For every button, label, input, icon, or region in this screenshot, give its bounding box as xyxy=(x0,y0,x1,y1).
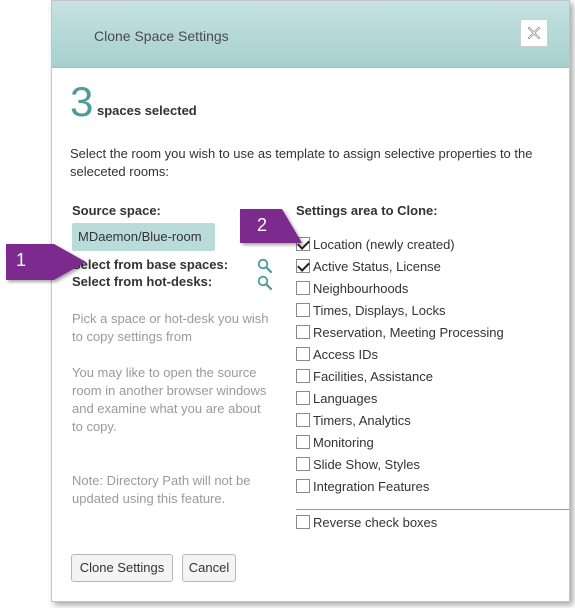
settings-option-label: Slide Show, Styles xyxy=(313,456,420,472)
help-open-source: You may like to open the source room in … xyxy=(72,365,267,434)
settings-checkbox[interactable] xyxy=(296,347,310,361)
settings-checkbox[interactable] xyxy=(296,325,310,339)
dialog-title: Clone Space Settings xyxy=(94,28,229,44)
settings-checkbox[interactable] xyxy=(296,281,310,295)
settings-option-label: Reservation, Meeting Processing xyxy=(313,324,504,340)
selected-count: 3 xyxy=(70,78,94,125)
settings-option[interactable]: Facilities, Assistance xyxy=(296,367,433,385)
reverse-checkbox[interactable] xyxy=(296,515,310,529)
source-space-label: Source space: xyxy=(72,203,161,218)
clone-space-settings-dialog: Clone Space Settings 3 spaces selected S… xyxy=(51,0,570,602)
settings-checkbox[interactable] xyxy=(296,479,310,493)
settings-option[interactable]: Location (newly created) xyxy=(296,235,455,253)
settings-checkbox[interactable] xyxy=(296,413,310,427)
settings-option[interactable]: Integration Features xyxy=(296,477,429,495)
settings-option-label: Times, Displays, Locks xyxy=(313,302,446,318)
settings-option-label: Integration Features xyxy=(313,478,430,494)
settings-option-label: Timers, Analytics xyxy=(313,412,411,428)
help-pick-space: Pick a space or hot-desk you wish to cop… xyxy=(72,311,269,344)
settings-checkbox[interactable] xyxy=(296,303,310,317)
settings-area-label: Settings area to Clone: xyxy=(296,203,438,218)
settings-checkbox[interactable] xyxy=(296,435,310,449)
settings-option-label: Neighbourhoods xyxy=(313,280,409,296)
settings-option-label: Active Status, License xyxy=(313,258,441,274)
settings-checkbox[interactable] xyxy=(296,369,310,383)
settings-option[interactable]: Slide Show, Styles xyxy=(296,455,420,473)
callout-two-number: 2 xyxy=(256,215,267,235)
cancel-button[interactable]: Cancel xyxy=(182,554,236,582)
source-space-value: MDaemon/Blue-room xyxy=(72,223,215,251)
clone-settings-button[interactable]: Clone Settings xyxy=(71,554,173,582)
settings-option[interactable]: Active Status, License xyxy=(296,257,441,275)
reverse-check-boxes[interactable]: Reverse check boxes xyxy=(296,513,437,531)
settings-checkbox[interactable] xyxy=(296,391,310,405)
settings-checkbox[interactable] xyxy=(296,457,310,471)
help-note-directory-path: Note: Directory Path will not be updated… xyxy=(72,473,251,506)
settings-option-label: Location (newly created) xyxy=(313,236,455,252)
select-from-base-spaces-link[interactable]: Select from base spaces: xyxy=(72,257,228,272)
settings-option-label: Facilities, Assistance xyxy=(313,368,433,384)
close-icon xyxy=(528,27,540,39)
settings-checkbox[interactable] xyxy=(296,259,310,273)
settings-option[interactable]: Neighbourhoods xyxy=(296,279,408,297)
close-button[interactable] xyxy=(520,19,548,47)
settings-option[interactable]: Languages xyxy=(296,389,377,407)
selected-count-label: spaces selected xyxy=(97,103,197,118)
settings-option[interactable]: Access IDs xyxy=(296,345,378,363)
dialog-titlebar[interactable]: Clone Space Settings xyxy=(52,1,569,68)
settings-option[interactable]: Monitoring xyxy=(296,433,374,451)
intro-text: Select the room you wish to use as templ… xyxy=(70,146,533,179)
search-icon[interactable] xyxy=(257,275,273,291)
settings-option[interactable]: Timers, Analytics xyxy=(296,411,411,429)
search-icon[interactable] xyxy=(257,258,273,274)
select-from-hot-desks-link[interactable]: Select from hot-desks: xyxy=(72,274,212,289)
callout-one-number: 1 xyxy=(15,250,26,270)
settings-option[interactable]: Reservation, Meeting Processing xyxy=(296,323,504,341)
reverse-check-boxes-label: Reverse check boxes xyxy=(313,514,438,530)
divider xyxy=(296,509,569,510)
settings-option-label: Access IDs xyxy=(313,346,379,362)
settings-option-label: Languages xyxy=(313,390,378,406)
settings-option-label: Monitoring xyxy=(313,434,374,450)
settings-option[interactable]: Times, Displays, Locks xyxy=(296,301,445,319)
